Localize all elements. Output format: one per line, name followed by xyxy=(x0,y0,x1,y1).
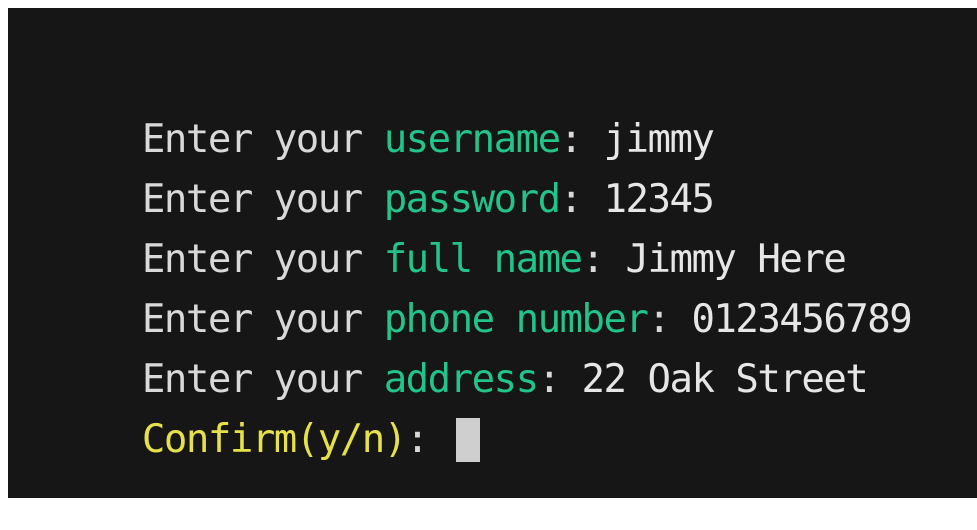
field-name-username: username xyxy=(383,117,561,162)
separator: : xyxy=(537,357,582,402)
prompt-text: Enter your xyxy=(141,237,384,282)
separator: : xyxy=(647,297,692,342)
address-value: 22 Oak Street xyxy=(581,357,869,402)
confirm-prompt: Confirm(y/n) xyxy=(141,417,407,462)
username-value: jimmy xyxy=(603,117,715,162)
text-cursor[interactable] xyxy=(455,417,480,462)
field-name-phone-number: phone number xyxy=(383,297,649,342)
field-name-address: address xyxy=(383,357,539,402)
prompt-text: Enter your xyxy=(141,297,384,342)
prompt-text: Enter your xyxy=(141,117,384,162)
phone-number-value: 0123456789 xyxy=(691,297,912,342)
field-name-password: password xyxy=(383,177,561,222)
full-name-value: Jimmy Here xyxy=(625,237,847,282)
separator: : xyxy=(559,117,604,162)
terminal-window[interactable]: Enter your username: jimmy Enter your pa… xyxy=(8,8,977,498)
separator: : xyxy=(559,177,604,222)
username-line: Enter your username: jimmy xyxy=(54,50,977,162)
separator: : xyxy=(581,237,626,282)
prompt-text: Enter your xyxy=(141,357,384,402)
field-name-full-name: full name xyxy=(383,237,583,282)
password-value: 12345 xyxy=(603,177,715,222)
separator: : xyxy=(405,417,450,462)
prompt-text: Enter your xyxy=(141,177,384,222)
